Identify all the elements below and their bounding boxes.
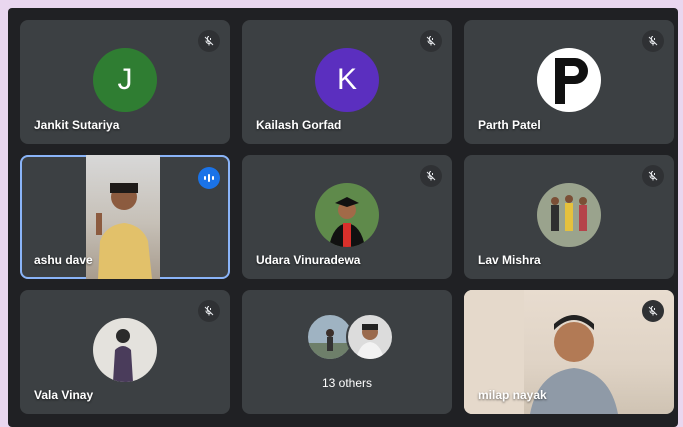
participant-name: Parth Patel	[478, 118, 541, 132]
participant-tile-ashu-dave[interactable]: ashu dave	[20, 155, 230, 279]
participant-tile-vala-vinay[interactable]: Vala Vinay	[20, 290, 230, 414]
participant-name: Lav Mishra	[478, 253, 541, 267]
participant-tile-jankit-sutariya[interactable]: J Jankit Sutariya	[20, 20, 230, 144]
avatar	[93, 318, 157, 382]
participant-tile-lav-mishra[interactable]: Lav Mishra	[464, 155, 674, 279]
participant-tile-parth-patel[interactable]: Parth Patel	[464, 20, 674, 144]
mic-off-icon	[420, 30, 442, 52]
mic-off-icon	[198, 300, 220, 322]
other-avatar	[346, 313, 394, 361]
participant-tile-kailash-gorfad[interactable]: K Kailash Gorfad	[242, 20, 452, 144]
letter-p-logo	[555, 58, 588, 104]
participant-tile-milap-nayak[interactable]: milap nayak	[464, 290, 674, 414]
mic-off-icon	[642, 300, 664, 322]
avatar-initial: K	[336, 63, 357, 96]
mic-off-icon	[642, 165, 664, 187]
participant-name: Vala Vinay	[34, 388, 94, 402]
participant-tile-udara-vinuradewa[interactable]: Udara Vinuradewa	[242, 155, 452, 279]
mic-off-icon	[642, 30, 664, 52]
mic-off-icon	[198, 30, 220, 52]
avatar	[315, 183, 379, 247]
avatar-initial: J	[117, 63, 133, 96]
participant-name: Jankit Sutariya	[34, 118, 120, 132]
participant-name: ashu dave	[34, 253, 93, 267]
avatar: J	[93, 48, 157, 112]
speaking-indicator-icon	[198, 167, 220, 189]
others-tile[interactable]: 13 others	[242, 290, 452, 414]
participant-name: Kailash Gorfad	[256, 118, 342, 132]
avatar: K	[315, 48, 379, 112]
participant-name: milap nayak	[478, 388, 547, 402]
avatar	[537, 48, 601, 112]
avatar	[537, 183, 601, 247]
participant-video	[86, 155, 160, 279]
participant-name: Udara Vinuradewa	[256, 253, 361, 267]
meeting-grid: J Jankit Sutariya K Kailash Gorfad Parth…	[8, 8, 678, 427]
mic-off-icon	[420, 165, 442, 187]
others-count: 13 others	[321, 376, 373, 390]
